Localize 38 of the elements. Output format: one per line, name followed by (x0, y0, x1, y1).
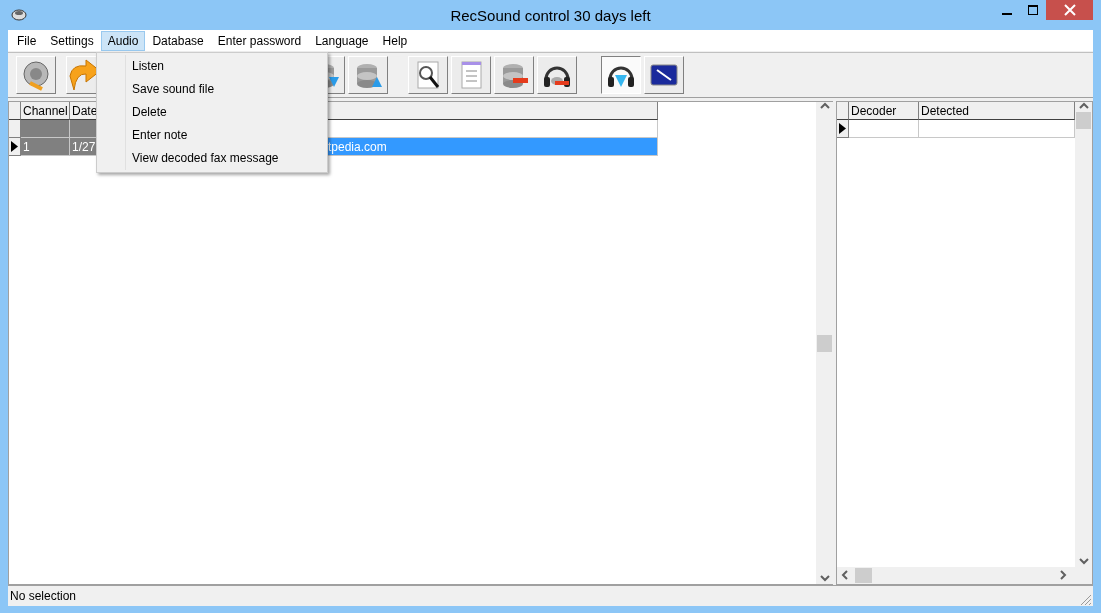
toolbar-button[interactable] (601, 56, 641, 94)
scroll-right-icon[interactable] (1059, 569, 1069, 580)
row-indicator[interactable] (9, 138, 21, 156)
row-indicator[interactable] (837, 120, 849, 138)
header-corner (837, 102, 849, 120)
status-text: No selection (10, 589, 77, 603)
scroll-down-icon[interactable] (819, 574, 830, 584)
dropdown-item[interactable]: Listen (125, 55, 327, 78)
menu-item[interactable]: Help (375, 30, 415, 51)
column-header[interactable]: Detected (919, 102, 1075, 120)
column-header[interactable]: Decoder (849, 102, 919, 120)
menu-item[interactable]: Enter password (210, 30, 309, 51)
menu-item[interactable]: Audio (100, 30, 146, 51)
app-icon[interactable] (10, 6, 28, 22)
menu-item[interactable]: Settings (43, 30, 101, 51)
dropdown-item[interactable]: Save sound file (125, 78, 327, 101)
dropdown-item[interactable]: Enter note (125, 124, 327, 147)
scroll-thumb (1076, 112, 1091, 129)
menu-item[interactable]: Language (308, 30, 376, 51)
window-title: RecSound control 30 days left (450, 7, 651, 24)
dropdown-item[interactable]: Delete (125, 101, 327, 124)
table-cell (849, 120, 919, 138)
table-cell (21, 120, 70, 138)
maximize-icon (1028, 5, 1038, 15)
close-button[interactable] (1046, 0, 1093, 20)
scroll-down-icon[interactable] (1078, 557, 1089, 567)
scroll-thumb (817, 334, 832, 352)
size-grip-icon[interactable] (1080, 594, 1092, 606)
menu-item[interactable]: File (10, 30, 44, 51)
dropdown-item[interactable]: View decoded fax message (125, 147, 327, 170)
minimize-icon (1002, 13, 1012, 15)
speaker-icon (20, 59, 52, 91)
scroll-left-icon[interactable] (841, 569, 851, 580)
menu-item[interactable]: Database (145, 30, 211, 51)
close-icon (1063, 4, 1076, 16)
column-header[interactable]: Channel (21, 102, 70, 120)
table-cell: 1 (21, 138, 70, 156)
scroll-thumb (855, 568, 872, 583)
